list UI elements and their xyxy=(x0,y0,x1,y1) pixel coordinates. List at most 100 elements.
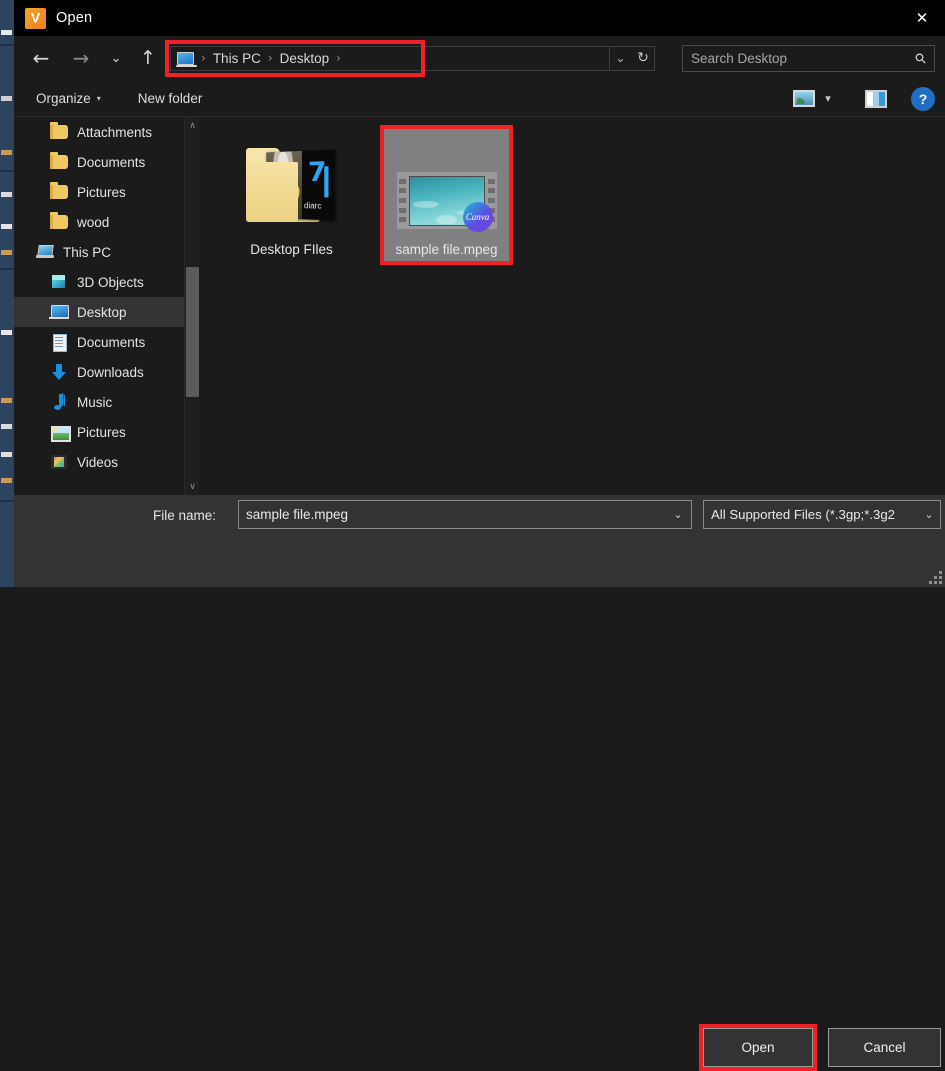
sidebar-item-pictures[interactable]: Pictures xyxy=(14,177,199,207)
sidebar-item-this-pc[interactable]: This PC xyxy=(14,237,199,267)
new-folder-button[interactable]: New folder xyxy=(138,91,203,106)
breadcrumb-separator-0: › xyxy=(197,51,210,65)
sidebar-item-wood[interactable]: wood xyxy=(14,207,199,237)
dialog-footer: File name: ⌄ All Supported Files (*.3gp;… xyxy=(14,495,945,587)
sidebar-item-label: Downloads xyxy=(77,365,144,380)
app-icon-glyph: V xyxy=(31,11,40,25)
video-thumbnail: Canva xyxy=(397,135,497,235)
file-type-value: All Supported Files (*.3gp;*.3g2 xyxy=(704,507,918,522)
documents-icon xyxy=(50,334,68,350)
sidebar-list: Attachments Documents Pictures wood This PC 3… xyxy=(14,117,199,477)
view-thumbnails-icon[interactable] xyxy=(793,90,815,107)
file-name-combobox[interactable]: ⌄ xyxy=(238,500,692,529)
sidebar-item-label: Desktop xyxy=(77,305,127,320)
music-icon xyxy=(50,394,68,410)
sidebar-item-label: Pictures xyxy=(77,425,126,440)
scrollbar-thumb[interactable] xyxy=(186,267,199,397)
file-type-combobox[interactable]: All Supported Files (*.3gp;*.3g2 ⌄ xyxy=(703,500,941,529)
sidebar-item-music[interactable]: Music xyxy=(14,387,199,417)
sidebar-item-downloads[interactable]: Downloads xyxy=(14,357,199,387)
3d-objects-icon xyxy=(50,274,68,290)
open-button-wrapper: Open xyxy=(703,1028,813,1067)
address-dropdown-icon[interactable]: ⌄ xyxy=(609,46,631,71)
file-name-label: sample file.mpeg xyxy=(395,242,497,257)
resize-grip[interactable] xyxy=(930,572,942,584)
breadcrumb-separator-2[interactable]: › xyxy=(332,51,345,65)
downloads-icon xyxy=(50,364,68,380)
breadcrumb-item-desktop[interactable]: Desktop xyxy=(277,51,333,66)
sidebar-item-label: Documents xyxy=(77,155,145,170)
forward-icon[interactable]: → xyxy=(66,43,96,73)
file-grid: 7 diarc Desktop FIles xyxy=(229,129,945,261)
canva-badge-label: Canva xyxy=(466,212,490,222)
this-pc-icon xyxy=(177,52,194,65)
breadcrumb-separator-1: › xyxy=(264,51,277,65)
navigation-sidebar: Attachments Documents Pictures wood This PC 3… xyxy=(14,117,199,495)
file-type-dropdown-icon[interactable]: ⌄ xyxy=(918,508,940,521)
canva-badge-icon: Canva xyxy=(463,202,493,232)
sidebar-scrollbar[interactable]: ∧ ∨ xyxy=(184,117,199,495)
cancel-button[interactable]: Cancel xyxy=(828,1028,941,1067)
organize-label: Organize xyxy=(36,91,91,106)
dialog-body: Attachments Documents Pictures wood This PC 3… xyxy=(14,117,945,495)
close-icon[interactable]: ✕ xyxy=(899,0,945,36)
file-name-label: Desktop FIles xyxy=(250,242,333,257)
command-bar-right-group: ▾ ? xyxy=(793,80,935,117)
sidebar-item-label: Music xyxy=(77,395,112,410)
sidebar-item-pictures[interactable]: Pictures xyxy=(14,417,199,447)
file-name-input[interactable] xyxy=(239,507,665,522)
refresh-icon[interactable]: ↻ xyxy=(631,46,655,71)
back-icon[interactable]: ← xyxy=(26,43,56,73)
scroll-down-icon[interactable]: ∨ xyxy=(185,478,200,495)
folder-thumbnail: 7 diarc xyxy=(242,135,342,235)
search-box[interactable]: ⚲ xyxy=(682,45,935,72)
background-desktop-strip xyxy=(0,0,14,587)
pictures-icon xyxy=(50,424,68,440)
address-bar-wrapper: › This PC › Desktop › ⌄ ↻ xyxy=(170,46,655,71)
sidebar-item-label: This PC xyxy=(63,245,111,260)
folder-icon xyxy=(50,155,68,169)
open-button[interactable]: Open xyxy=(703,1028,813,1067)
chevron-down-icon: ▾ xyxy=(97,94,101,103)
file-list-pane[interactable]: 7 diarc Desktop FIles xyxy=(199,117,945,495)
sidebar-item-desktop[interactable]: Desktop xyxy=(14,297,199,327)
breadcrumb-item-this-pc[interactable]: This PC xyxy=(210,51,264,66)
folder-icon xyxy=(50,125,68,139)
sidebar-item-label: Pictures xyxy=(77,185,126,200)
list-item[interactable]: 7 diarc Desktop FIles xyxy=(229,129,354,261)
list-item-selected[interactable]: Canva sample file.mpeg xyxy=(384,129,509,261)
video-app-icon: V xyxy=(25,8,46,29)
navigation-bar: ← → ⌄ ↑ › This PC › Desktop › ⌄ ↻ ⚲ xyxy=(14,36,945,80)
sidebar-item-label: 3D Objects xyxy=(77,275,144,290)
search-input[interactable] xyxy=(691,51,916,66)
videos-icon xyxy=(50,454,68,470)
help-icon[interactable]: ? xyxy=(911,87,935,111)
sidebar-item-documents[interactable]: Documents xyxy=(14,147,199,177)
command-bar: Organize ▾ New folder ▾ ? xyxy=(14,80,945,117)
sidebar-item-attachments[interactable]: Attachments xyxy=(14,117,199,147)
sidebar-item-label: Documents xyxy=(77,335,145,350)
sidebar-item-documents[interactable]: Documents xyxy=(14,327,199,357)
breadcrumb: › This PC › Desktop › xyxy=(177,51,345,66)
up-one-level-icon[interactable]: ↑ xyxy=(135,43,161,73)
this-pc-icon xyxy=(36,244,54,260)
window-title: Open xyxy=(56,10,92,26)
recent-locations-icon[interactable]: ⌄ xyxy=(104,43,128,73)
preview-pane-icon[interactable] xyxy=(865,90,887,108)
file-name-dropdown-icon[interactable]: ⌄ xyxy=(665,508,691,521)
address-bar[interactable]: › This PC › Desktop › ⌄ ↻ xyxy=(170,46,655,71)
sidebar-item-videos[interactable]: Videos xyxy=(14,447,199,477)
organize-button[interactable]: Organize ▾ xyxy=(36,91,101,106)
folder-icon xyxy=(50,215,68,229)
desktop-icon xyxy=(50,304,68,320)
sidebar-item-label: Videos xyxy=(77,455,118,470)
file-name-field-label: File name: xyxy=(153,508,216,523)
open-file-dialog: V Open ✕ ← → ⌄ ↑ › This PC › Desktop › ⌄… xyxy=(14,0,945,587)
folder-icon xyxy=(50,185,68,199)
sidebar-item-label: wood xyxy=(77,215,109,230)
title-bar: V Open ✕ xyxy=(14,0,945,36)
sidebar-item-label: Attachments xyxy=(77,125,152,140)
sidebar-item-3d-objects[interactable]: 3D Objects xyxy=(14,267,199,297)
view-dropdown-icon[interactable]: ▾ xyxy=(815,92,841,105)
scroll-up-icon[interactable]: ∧ xyxy=(185,117,200,134)
